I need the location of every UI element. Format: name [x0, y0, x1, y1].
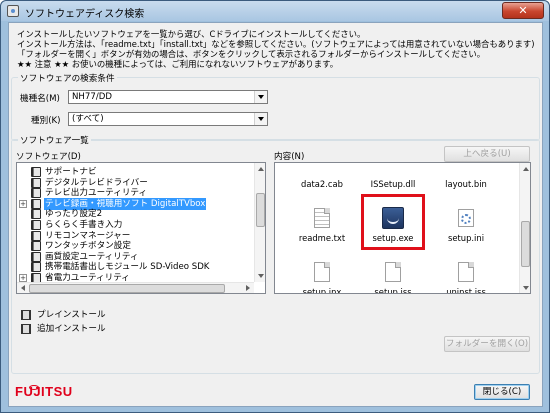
book-icon: [31, 177, 41, 188]
contents-panel[interactable]: data2.cab ISSetup.dll layout.bin readme.txt…: [274, 162, 531, 294]
title-bar[interactable]: ソフトウェアディスク検索 ✕: [1, 1, 549, 21]
file-name: setup.inx: [302, 287, 342, 294]
book-icon: [31, 209, 41, 220]
file-name: layout.bin: [445, 179, 487, 189]
preinstall-label: プレインストール: [37, 310, 106, 320]
instruction-line: インストール方法は、「readme.txt」「install.txt」などを参照…: [17, 39, 535, 49]
expand-plus-icon[interactable]: +: [19, 274, 27, 282]
preinstall-link[interactable]: プレインストール: [21, 309, 106, 321]
app-disc-icon: [7, 5, 19, 17]
file-item[interactable]: setup.inx: [287, 253, 357, 294]
software-list-title: ソフトウェア一覧: [18, 134, 91, 146]
dialog-body: インストールしたいソフトウェアを一覧から選び、Cドライブにインストールしてくださ…: [8, 22, 543, 407]
tree-horizontal-scrollbar[interactable]: [17, 282, 254, 293]
book-icon: [31, 198, 41, 209]
model-select-value: NH77/DD: [72, 92, 112, 102]
up-button[interactable]: 上へ戻る(U): [444, 146, 530, 162]
file-name: data2.cab: [301, 179, 343, 189]
file-name: setup.ini: [447, 233, 485, 243]
tree-horizontal-thumb[interactable]: [29, 284, 225, 293]
book-icon: [31, 167, 41, 177]
instruction-warning: ★★ 注意 ★★ お使いの機種によっては、ご利用になれないソフトウェアがあります…: [17, 59, 339, 69]
contents-vertical-thumb[interactable]: [521, 221, 530, 267]
book-icon: [31, 188, 41, 199]
scroll-left-arrow-icon[interactable]: [17, 283, 29, 293]
fujitsu-logo: FUJITSU: [15, 384, 73, 399]
setup-exe-highlight: [361, 194, 425, 250]
file-name: readme.txt: [298, 233, 346, 243]
settings-file-icon: [458, 209, 474, 227]
contents-label: 内容(N): [274, 152, 305, 162]
book-icon: [31, 241, 41, 252]
fujitsu-logo-mark: [29, 385, 39, 390]
software-label: ソフトウェア(D): [16, 152, 81, 162]
document-icon: [314, 262, 330, 282]
text-document-icon: [314, 208, 330, 228]
book-icon: [21, 309, 31, 320]
model-select[interactable]: NH77/DD: [68, 90, 268, 104]
tree-vertical-thumb[interactable]: [256, 193, 265, 227]
file-item[interactable]: data2.cab: [287, 163, 357, 201]
file-name: uninst.iss: [446, 287, 486, 294]
app-window: ソフトウェアディスク検索 ✕ インストールしたいソフトウェアを一覧から選び、Cド…: [0, 0, 550, 413]
chevron-down-icon: [254, 113, 267, 125]
search-conditions-group: ソフトウェアの検索条件 機種名(M) NH77/DD 種別(K) (すべて): [11, 72, 540, 141]
book-icon: [31, 262, 41, 273]
model-label: 機種名(M): [20, 94, 60, 104]
software-tree[interactable]: サポートナビ デジタルテレビドライバー テレビ出力ユーティリティ + テレビ録画・視聴用…: [16, 162, 266, 294]
book-icon: [31, 251, 41, 262]
scroll-right-arrow-icon[interactable]: [242, 283, 254, 293]
file-item[interactable]: setup.ini: [431, 199, 501, 255]
type-label: 種別(K): [31, 116, 61, 126]
scroll-down-arrow-icon[interactable]: [520, 282, 530, 293]
file-item[interactable]: layout.bin: [431, 163, 501, 201]
type-select[interactable]: (すべて): [68, 112, 268, 126]
book-icon: [21, 323, 31, 334]
file-item[interactable]: uninst.iss: [431, 253, 501, 294]
book-icon: [31, 220, 41, 230]
expand-plus-icon[interactable]: +: [19, 199, 27, 208]
scroll-up-arrow-icon[interactable]: [255, 163, 265, 175]
scroll-down-arrow-icon[interactable]: [255, 270, 265, 282]
additional-install-label: 追加インストール: [37, 324, 106, 334]
window-close-button[interactable]: ✕: [502, 2, 544, 19]
window-title: ソフトウェアディスク検索: [25, 9, 145, 20]
type-select-value: (すべて): [72, 114, 104, 124]
instructions: インストールしたいソフトウェアを一覧から選び、Cドライブにインストールしてくださ…: [17, 29, 537, 69]
file-name: ISSetup.dll: [370, 179, 416, 189]
search-conditions-title: ソフトウェアの検索条件: [18, 72, 117, 84]
instruction-line: インストールしたいソフトウェアを一覧から選び、Cドライブにインストールしてくださ…: [17, 29, 366, 39]
tree-vertical-scrollbar[interactable]: [254, 163, 265, 282]
file-item[interactable]: setup.iss: [358, 253, 428, 294]
contents-vertical-scrollbar[interactable]: [519, 163, 530, 293]
file-item[interactable]: readme.txt: [287, 199, 357, 255]
open-folder-button[interactable]: フォルダーを開く(O): [444, 336, 530, 352]
scroll-up-arrow-icon[interactable]: [520, 163, 530, 175]
additional-install-link[interactable]: 追加インストール: [21, 323, 106, 335]
chevron-down-icon: [254, 91, 267, 103]
document-icon: [385, 262, 401, 282]
close-button[interactable]: 閉じる(C): [474, 384, 530, 400]
book-icon: [31, 230, 41, 241]
instruction-line: 「フォルダーを開く」ボタンが有効の場合は、ボタンをクリックして表示されるフォルダ…: [17, 49, 486, 59]
software-list-group: ソフトウェア一覧 ソフトウェア(D) 内容(N) 上へ戻る(U) サポートナビデ…: [11, 134, 540, 374]
file-name: setup.iss: [374, 287, 412, 294]
document-icon: [458, 262, 474, 282]
